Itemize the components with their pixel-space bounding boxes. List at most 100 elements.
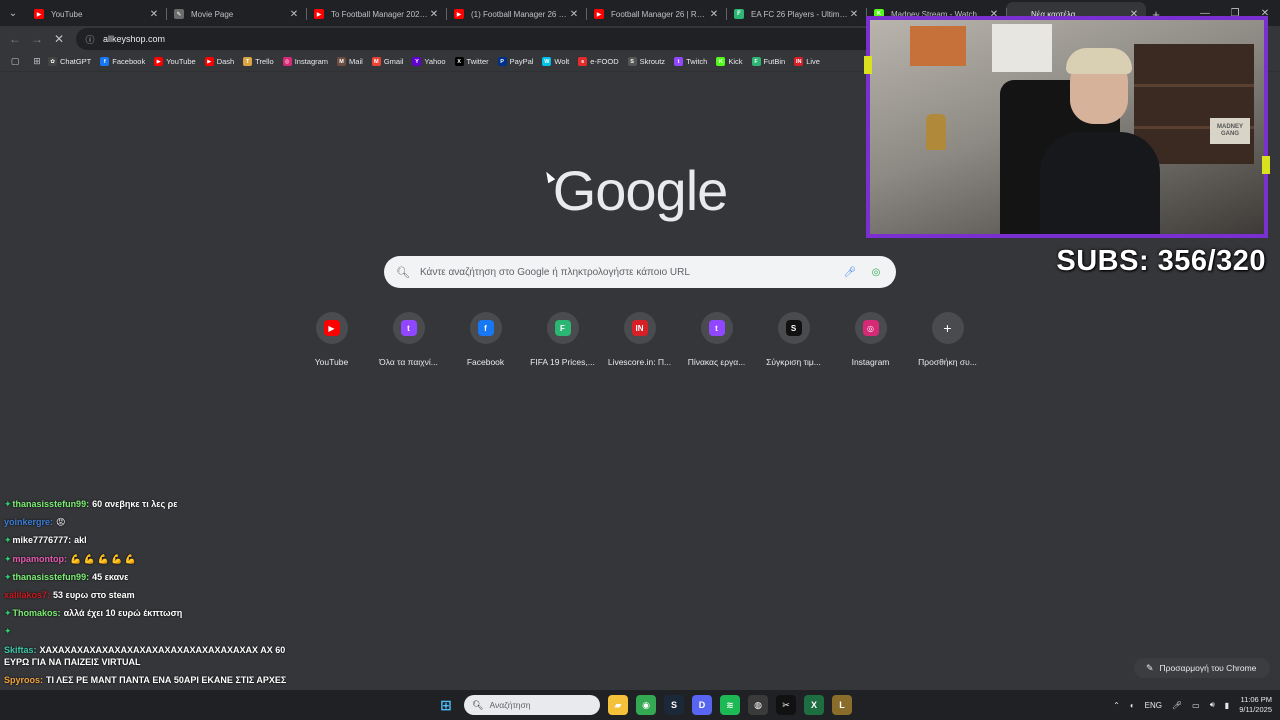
site-info-icon[interactable]: ⓘ bbox=[84, 33, 96, 45]
bookmark-item[interactable]: t Twitch bbox=[674, 57, 707, 66]
search-icon: 🔍︎ bbox=[472, 699, 484, 710]
bookmark-item[interactable]: S Skroutz bbox=[627, 57, 665, 66]
bookmark-item[interactable]: ✿ ChatGPT bbox=[48, 57, 91, 66]
facebook-icon: f bbox=[477, 320, 494, 336]
chrome-icon[interactable]: ◉ bbox=[636, 695, 656, 715]
back-icon[interactable]: ← bbox=[4, 28, 26, 50]
tab-search-icon[interactable]: ⌄ bbox=[0, 0, 26, 26]
volume-icon[interactable]: 🔊︎ bbox=[1210, 700, 1215, 710]
close-tab-icon[interactable]: ✕ bbox=[288, 9, 300, 20]
shortcut-tile[interactable]: f Facebook bbox=[447, 312, 524, 367]
shortcut-tile[interactable]: IN Livescore.in: Π... bbox=[601, 312, 678, 367]
file-explorer-icon[interactable]: ▰ bbox=[608, 695, 628, 715]
chat-text: 60 ανεβηκε τι λες ρε bbox=[92, 499, 178, 509]
shortcut-tile[interactable]: t Όλα τα παιχνί... bbox=[370, 312, 447, 367]
chat-username: mike7776777: bbox=[12, 535, 72, 546]
stream-chat: ✦thanasisstefun99: 60 ανεβηκε τι λες ρε yo… bbox=[4, 498, 294, 710]
bookmark-label: YouTube bbox=[166, 57, 196, 66]
obs-icon[interactable]: ◍ bbox=[748, 695, 768, 715]
shortcut-label: FIFA 19 Prices,... bbox=[530, 357, 595, 367]
bookmark-item[interactable]: W Wolt bbox=[542, 57, 569, 66]
forward-icon[interactable]: → bbox=[26, 28, 48, 50]
chat-username: Skiftas: bbox=[4, 644, 37, 655]
chat-username: Spyroos: bbox=[4, 674, 44, 685]
battery-icon[interactable]: ▮ bbox=[1225, 701, 1229, 710]
close-tab-icon[interactable]: ✕ bbox=[708, 9, 720, 20]
address-bar[interactable]: ⓘ allkeyshop.com bbox=[76, 28, 896, 50]
taskbar-search-placeholder: Αναζήτηση bbox=[489, 700, 531, 710]
bookmark-item[interactable]: IN Live bbox=[794, 57, 820, 66]
bookmark-item[interactable]: f Facebook bbox=[100, 57, 145, 66]
excel-icon[interactable]: X bbox=[804, 695, 824, 715]
discord-icon[interactable]: D bbox=[692, 695, 712, 715]
shortcut-tile[interactable]: + Προσθήκη συ... bbox=[909, 312, 986, 367]
bookmark-item[interactable]: M Gmail bbox=[371, 57, 403, 66]
bookmark-label: FutBin bbox=[763, 57, 786, 66]
youtube-icon: ▶ bbox=[314, 9, 324, 19]
gem-badge-icon: ✦ bbox=[4, 499, 12, 509]
bookmark-item[interactable]: X Twitter bbox=[454, 57, 489, 66]
stop-loading-icon[interactable]: ✕ bbox=[48, 28, 70, 50]
chat-username: thanasisstefun99: bbox=[12, 571, 90, 582]
bookmark-item[interactable]: M Mail bbox=[337, 57, 363, 66]
shortcut-tile[interactable]: ◎ Instagram bbox=[832, 312, 909, 367]
clock[interactable]: 11:06 PM 9/11/2025 bbox=[1239, 695, 1272, 715]
steam-tray-icon[interactable]: ◐ bbox=[1130, 701, 1135, 710]
bookmark-item[interactable]: Y Yahoo bbox=[412, 57, 446, 66]
bookmark-item[interactable]: ◎ Instagram bbox=[282, 57, 328, 66]
chat-message: ✦Thomakos: αλλά έχει 10 ευρώ έκπτωση bbox=[4, 607, 294, 619]
bookmark-item[interactable]: e e-FOOD bbox=[578, 57, 619, 66]
microphone-icon[interactable]: 🎤︎ bbox=[842, 264, 858, 280]
tab[interactable]: ▶ To Football Manager 2024 έ ✕ bbox=[306, 2, 446, 26]
bookmark-label: Live bbox=[806, 57, 820, 66]
network-icon[interactable]: ▭ bbox=[1192, 701, 1200, 710]
search-placeholder[interactable]: Κάντε αναζήτηση στο Google ή πληκτρολογή… bbox=[420, 267, 832, 278]
bookmark-item[interactable]: F FutBin bbox=[751, 57, 786, 66]
microphone-icon[interactable]: 🎤︎ bbox=[1172, 701, 1182, 710]
google-lens-icon[interactable]: ◎ bbox=[868, 264, 884, 280]
apps-grid-icon[interactable]: ⊞ bbox=[26, 56, 48, 67]
close-tab-icon[interactable]: ✕ bbox=[848, 9, 860, 20]
tab-title: To Football Manager 2024 έ bbox=[331, 9, 428, 19]
bookmark-item[interactable]: K Kick bbox=[716, 57, 743, 66]
taskbar-search[interactable]: 🔍︎ Αναζήτηση bbox=[464, 695, 600, 715]
chat-text: 53 ευρω στο steam bbox=[53, 589, 135, 600]
lang-indicator[interactable]: ENG bbox=[1145, 701, 1162, 710]
shortcut-tile[interactable]: ▶ YouTube bbox=[293, 312, 370, 367]
shortcut-label: YouTube bbox=[314, 357, 349, 367]
instagram-icon: ◎ bbox=[862, 320, 879, 336]
windows-start-icon[interactable]: ⊞ bbox=[436, 695, 456, 715]
bookmark-item[interactable]: ▶ Dash bbox=[204, 57, 234, 66]
bookmark-item[interactable]: P PayPal bbox=[497, 57, 533, 66]
ntp-search-box[interactable]: 🔍︎ Κάντε αναζήτηση στο Google ή πληκτρολ… bbox=[384, 256, 896, 288]
spotify-icon[interactable]: ≋ bbox=[720, 695, 740, 715]
tab[interactable]: ▶ Football Manager 26 | Reima ✕ bbox=[586, 2, 726, 26]
bookmark-item[interactable]: T Trello bbox=[243, 57, 274, 66]
facebook-icon: f bbox=[100, 57, 110, 66]
league-icon[interactable]: L bbox=[832, 695, 852, 715]
tab-title: Football Manager 26 | Reima bbox=[611, 9, 708, 19]
bookmark-item[interactable]: ▶ YouTube bbox=[154, 57, 196, 66]
shortcut-tile[interactable]: S Σύγκριση τιμ... bbox=[755, 312, 832, 367]
steam-icon[interactable]: S bbox=[664, 695, 684, 715]
shortcut-tile[interactable]: t Πίνακας εργα... bbox=[678, 312, 755, 367]
tab[interactable]: F EA FC 26 Players - Ultimate T ✕ bbox=[726, 2, 866, 26]
bookmark-label: Twitch bbox=[686, 57, 708, 66]
sidebar-toggle-icon[interactable]: ▢ bbox=[4, 56, 26, 67]
close-tab-icon[interactable]: ✕ bbox=[568, 9, 580, 20]
customize-chrome-button[interactable]: ✎ Προσαρμογή του Chrome bbox=[1134, 658, 1270, 678]
close-tab-icon[interactable]: ✕ bbox=[148, 9, 160, 20]
tab[interactable]: ▶ YouTube ✕ bbox=[26, 2, 166, 26]
capcut-icon[interactable]: ✂ bbox=[776, 695, 796, 715]
chevron-up-icon[interactable]: ⌃ bbox=[1113, 701, 1120, 710]
shortcut-tile[interactable]: F FIFA 19 Prices,... bbox=[524, 312, 601, 367]
pencil-icon: ✎ bbox=[1146, 662, 1154, 673]
tab[interactable]: ✎ Movie Page ✕ bbox=[166, 2, 306, 26]
bookmark-label: ChatGPT bbox=[60, 57, 92, 66]
gmail-icon: M bbox=[371, 57, 381, 66]
tab[interactable]: ▶ (1) Football Manager 26 - Of ✕ bbox=[446, 2, 586, 26]
close-tab-icon[interactable]: ✕ bbox=[428, 9, 440, 20]
shortcut-label: Livescore.in: Π... bbox=[607, 357, 672, 367]
wall-poster bbox=[910, 26, 966, 66]
youtube-icon: ▶ bbox=[34, 9, 44, 19]
